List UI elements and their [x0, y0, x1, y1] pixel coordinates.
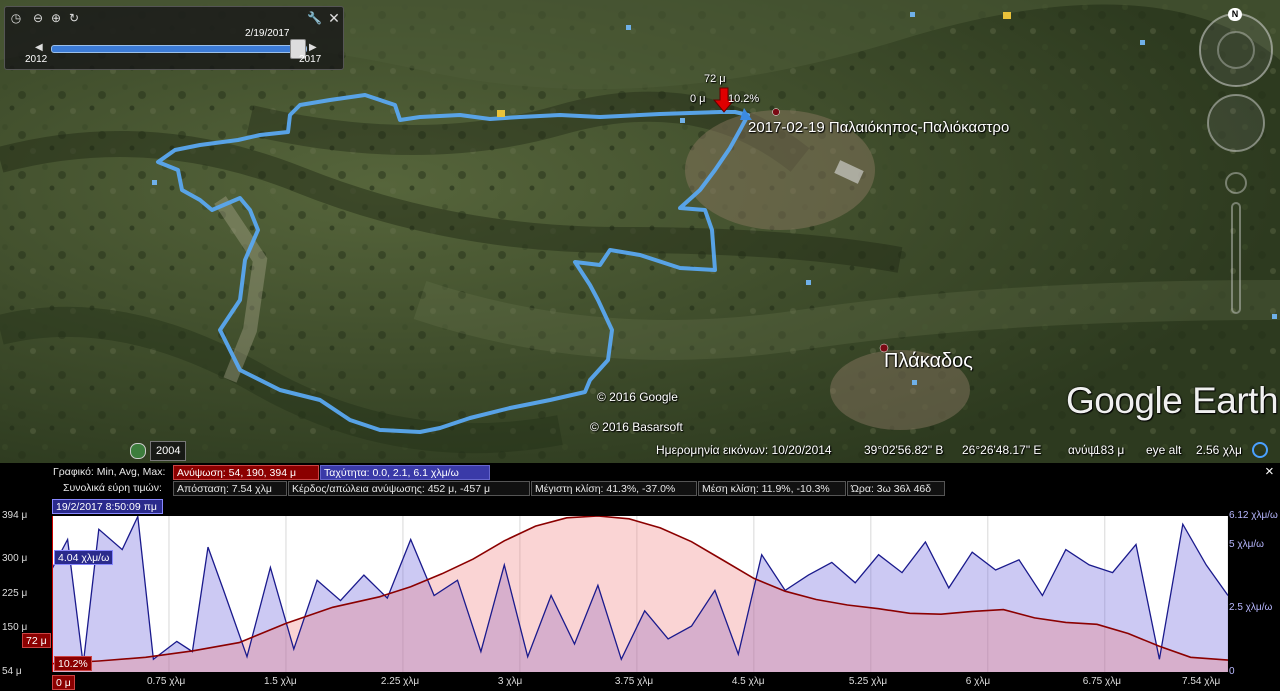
elevation-label: ανύψ	[1068, 443, 1097, 457]
gain-loss-stat: Κέρδος/απώλεια ανύψωσης: 452 μ, -457 μ	[288, 481, 530, 496]
time-stat: Ώρα: 3ω 36λ 46δ	[847, 481, 945, 496]
google-earth-logo: Google Earth	[1066, 380, 1279, 421]
track-label[interactable]: 2017-02-19 Παλαιόκηπος-Παλιόκαστρο	[748, 119, 1009, 136]
latitude: 39°02'56.82" Β	[864, 443, 944, 457]
eye-alt-value: 2.56 χλμ	[1196, 443, 1242, 457]
imagery-date: Ημερομηνία εικόνων: 10/20/2014	[656, 443, 832, 457]
x-tick-label: 0.75 χλμ	[146, 676, 186, 687]
eye-alt-label: eye alt	[1146, 443, 1182, 457]
clock-icon[interactable]: ◷	[9, 11, 23, 25]
cursor-slope-label: 10.2%	[54, 656, 92, 671]
map-view[interactable]: ◷ ⊖ ⊕ ↻ 🔧 ✕ 2/19/2017 ◀ ▶ 2012 2017 72 μ…	[0, 0, 1280, 463]
y2-tick-label: 6.12 χλμ/ω	[1229, 510, 1278, 521]
place-label: Πλάκαδος	[884, 350, 973, 372]
x-tick-label: 7.54 χλμ	[1182, 676, 1221, 687]
x-tick-label: 2.25 χλμ	[380, 676, 420, 687]
y-tick-label: 300 μ	[2, 553, 28, 565]
time-slider-end: 2017	[299, 54, 322, 65]
wrench-icon[interactable]: 🔧	[307, 11, 322, 25]
zoom-in-icon[interactable]: ⊕	[49, 11, 63, 25]
longitude: 26°26'48.17" Ε	[962, 443, 1042, 457]
status-bar: Ημερομηνία εικόνων: 10/20/2014 39°02'56.…	[0, 440, 1280, 463]
map-cursor-distance: 0 μ	[690, 93, 706, 105]
y-tick-label: 54 μ	[2, 666, 22, 677]
elevation-value: 183 μ	[1094, 443, 1125, 457]
step-back-icon[interactable]: ◀	[35, 42, 43, 53]
graph-label: Γραφικό: Min, Avg, Max:	[53, 466, 166, 478]
y2-tick-label: 2.5 χλμ/ω	[1229, 602, 1273, 614]
max-slope-stat: Μέγιστη κλίση: 41.3%, -37.0%	[531, 481, 697, 496]
map-cursor-elevation: 72 μ	[704, 73, 726, 85]
x-tick-label: 6.75 χλμ	[1082, 676, 1122, 687]
time-slider-date: 2/19/2017	[245, 28, 290, 39]
time-slider-panel: ◷ ⊖ ⊕ ↻ 🔧 ✕ 2/19/2017 ◀ ▶ 2012 2017	[4, 6, 344, 70]
navigation-controls: N	[1196, 8, 1276, 328]
refresh-icon[interactable]: ↻	[67, 11, 81, 25]
street-view-icon[interactable]	[1225, 172, 1247, 194]
cursor-speed-label: 4.04 χλμ/ω	[54, 550, 114, 565]
time-slider-start: 2012	[25, 54, 48, 65]
elevation-speed-chart[interactable]	[52, 516, 1228, 672]
streaming-icon	[1252, 442, 1268, 458]
x-tick-label: 5.25 χλμ	[848, 676, 888, 687]
cursor-elevation-label: 72 μ	[22, 633, 51, 648]
copyright-basarsoft: © 2016 Basarsoft	[590, 420, 683, 434]
step-forward-icon[interactable]: ▶	[309, 42, 317, 53]
zoom-out-icon[interactable]: ⊖	[31, 11, 45, 25]
copyright-google: © 2016 Google	[597, 390, 678, 404]
distance-stat: Απόσταση: 7.54 χλμ	[173, 481, 287, 496]
zoom-slider[interactable]	[1231, 202, 1241, 314]
x-tick-label: 6 χλμ	[965, 676, 991, 687]
close-profile-button[interactable]: ×	[1262, 464, 1277, 479]
look-joystick[interactable]	[1199, 13, 1273, 87]
compass-north[interactable]: N	[1228, 8, 1242, 21]
avg-slope-stat: Μέση κλίση: 11.9%, -10.3%	[698, 481, 846, 496]
move-joystick[interactable]	[1207, 94, 1265, 152]
y-tick-label: 225 μ	[2, 587, 28, 599]
map-cursor-slope: 10.2%	[728, 93, 760, 105]
close-icon[interactable]: ✕	[327, 11, 341, 25]
speed-stats[interactable]: Ταχύτητα: 0.0, 2.1, 6.1 χλμ/ω	[320, 465, 490, 480]
cursor-distance-label: 0 μ	[52, 675, 75, 690]
y-tick-label: 394 μ	[2, 510, 28, 521]
y-tick-label: 150 μ	[2, 621, 28, 633]
x-tick-label: 3.75 χλμ	[614, 676, 654, 687]
time-slider-track[interactable]	[51, 45, 307, 53]
y2-tick-label: 0	[1229, 666, 1235, 677]
elevation-stats[interactable]: Ανύψωση: 54, 190, 394 μ	[173, 465, 319, 480]
cursor-timestamp: 19/2/2017 8:50:09 πμ	[52, 499, 163, 514]
x-tick-label: 3 χλμ	[497, 676, 523, 687]
x-tick-label: 1.5 χλμ	[263, 676, 297, 687]
ranges-label: Συνολικά εύρη τιμών:	[63, 482, 162, 494]
x-tick-label: 4.5 χλμ	[731, 676, 765, 687]
y2-tick-label: 5 χλμ/ω	[1229, 538, 1264, 550]
